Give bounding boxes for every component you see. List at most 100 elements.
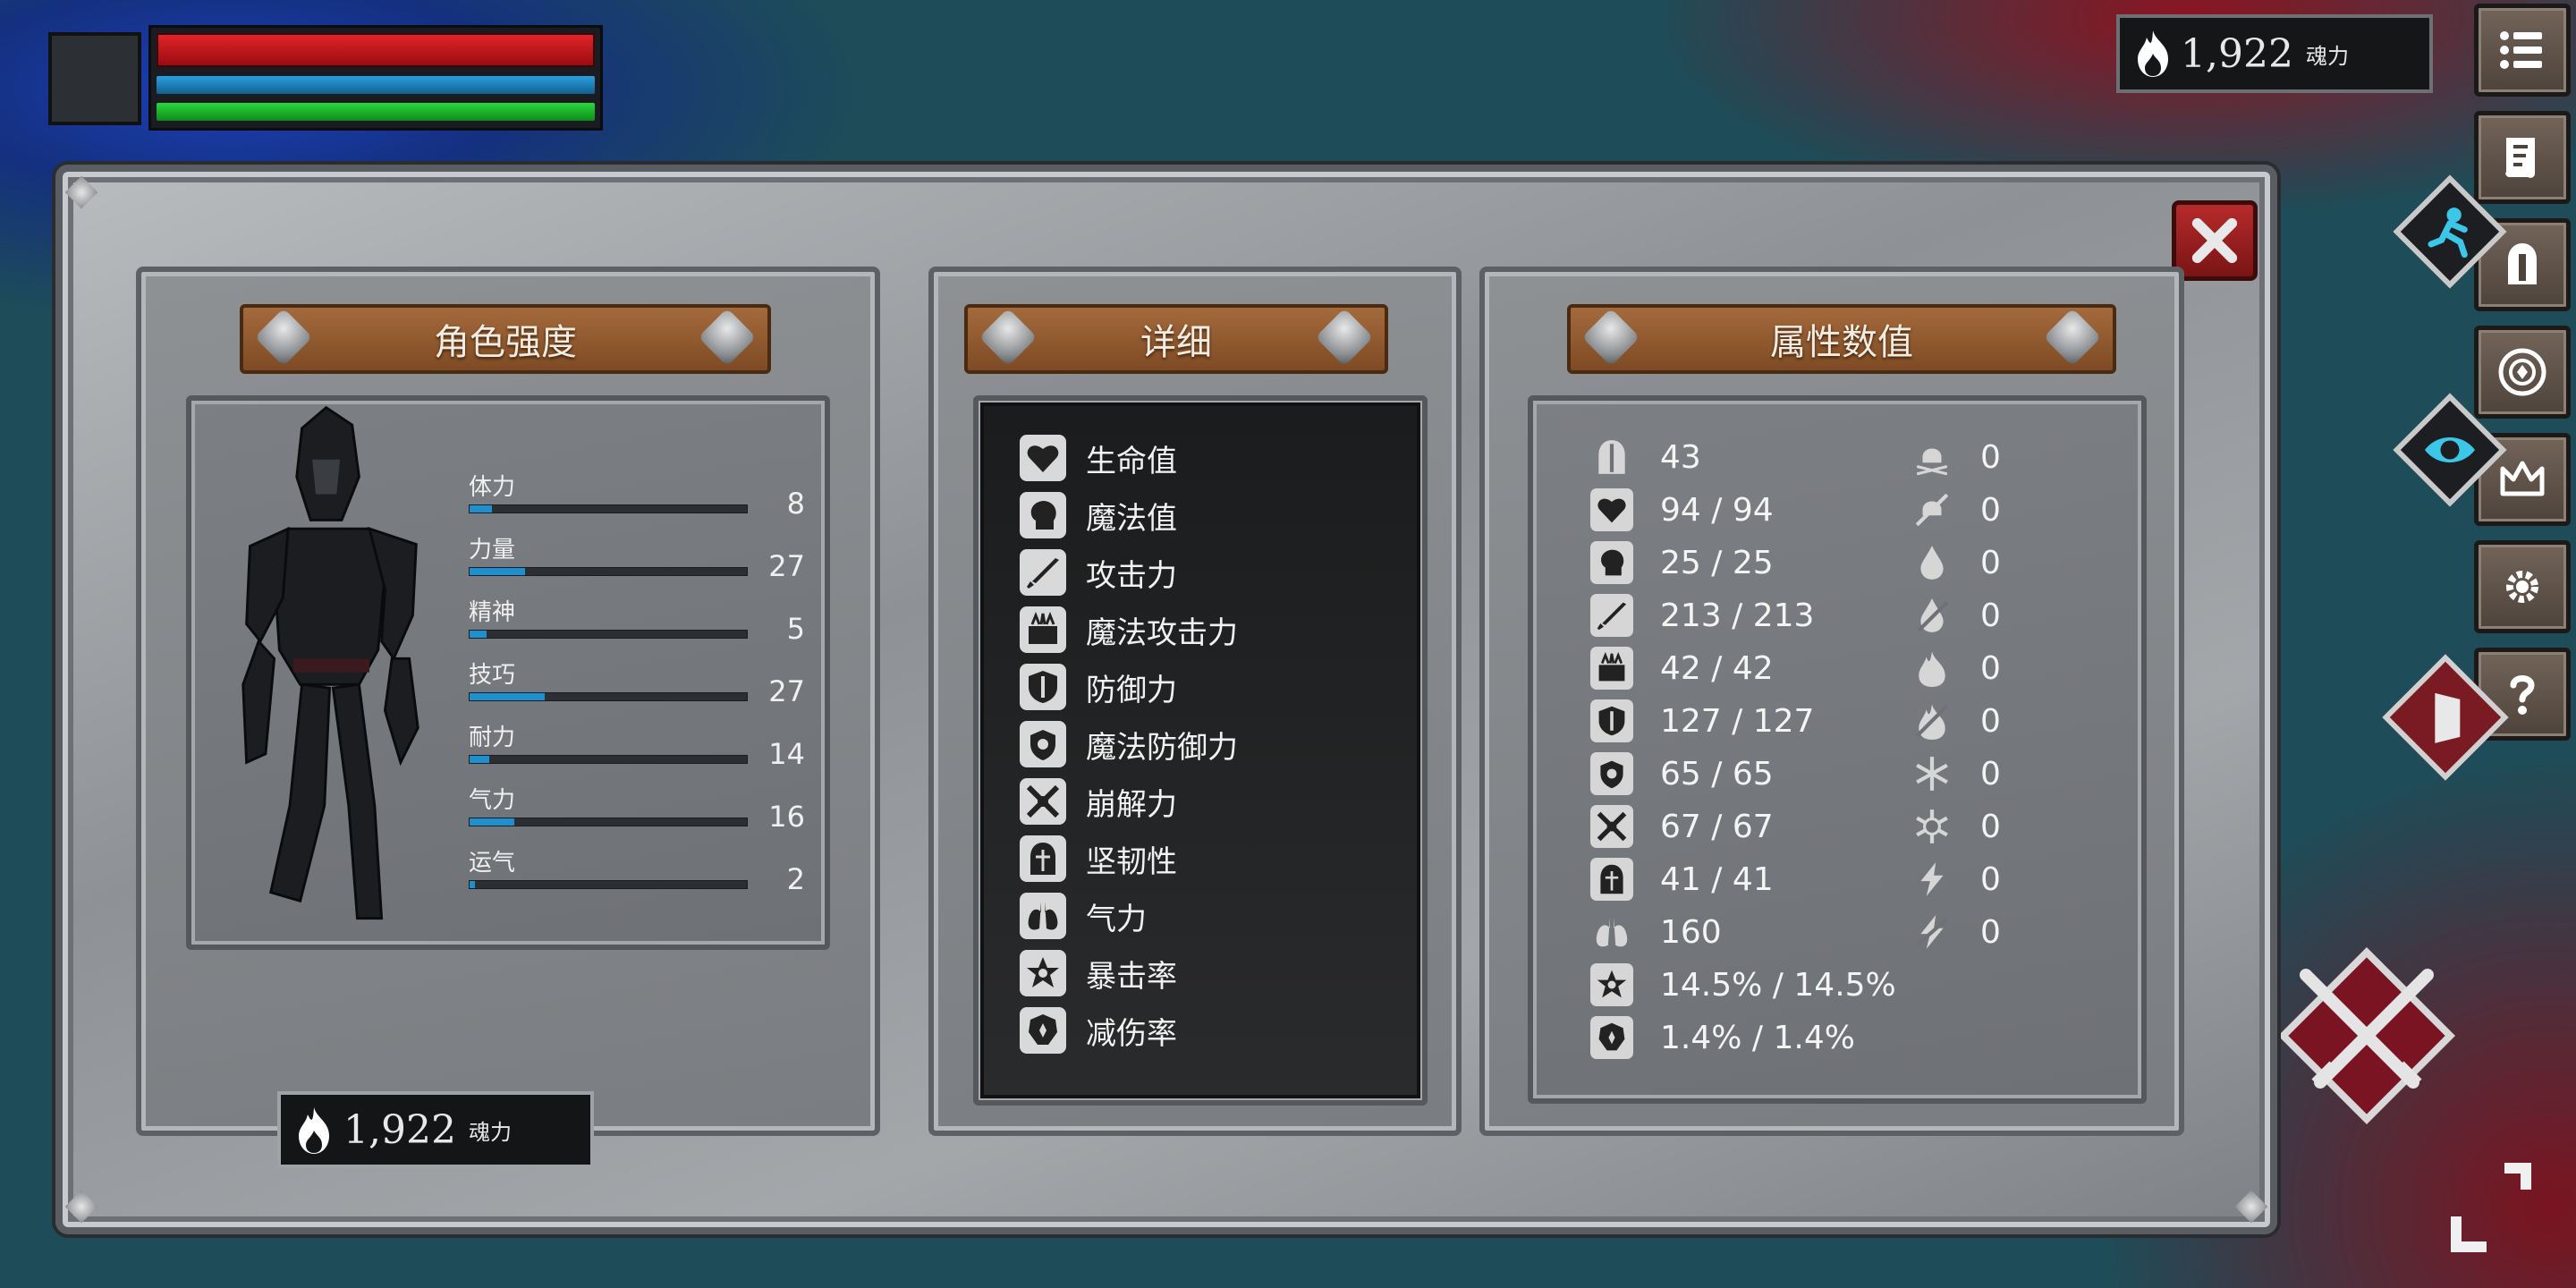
flame-icon	[2138, 30, 2168, 77]
corner-bolt	[2234, 1190, 2268, 1224]
stat-fill	[470, 505, 492, 513]
stat-label-vitality: 体力	[469, 474, 516, 501]
attr-row-frost-resist: 0	[1911, 804, 2001, 849]
soul-counter-top: 1,922 魂力	[2116, 14, 2433, 93]
stat-fill	[470, 881, 476, 888]
header-stud	[254, 308, 313, 367]
menu-list-button[interactable]	[2474, 4, 2571, 97]
player-portrait	[48, 32, 141, 125]
stat-label-luck: 运气	[469, 850, 516, 877]
attr-value: 127 / 127	[1660, 702, 1815, 740]
detail-item-toughness[interactable]: 坚韧性	[1020, 834, 1177, 884]
poison-resist-icon	[1915, 493, 1949, 527]
detail-item-crit[interactable]: 暴击率	[1020, 948, 1177, 998]
stat-bar-endurance	[469, 755, 748, 764]
detail-label: 气力	[1086, 901, 1147, 937]
detail-item-hp[interactable]: 生命值	[1020, 433, 1177, 483]
stat-bar-stamina	[469, 818, 748, 826]
door-icon	[2435, 692, 2461, 743]
attr-value: 0	[1980, 438, 2001, 476]
detail-item-magic-attack[interactable]: 魔法攻击力	[1020, 605, 1238, 655]
stat-label-endurance: 耐力	[469, 724, 516, 751]
stat-label-strength: 力量	[469, 537, 516, 564]
stat-value-spirit: 5	[786, 612, 805, 646]
attr-row-toughness: 43	[1590, 435, 1701, 479]
header-stud	[1315, 308, 1374, 367]
detail-item-magic-defense[interactable]: 魔法防御力	[1020, 719, 1238, 769]
detail-item-stamina[interactable]: 气力	[1020, 891, 1147, 941]
detail-panel-header: 详细	[964, 304, 1388, 374]
header-stud	[979, 308, 1038, 367]
attr-value: 94 / 94	[1660, 491, 1774, 529]
shield-icon	[1598, 706, 1625, 736]
detail-label: 魔法攻击力	[1086, 614, 1238, 651]
character-panel: 角色强度 体力 8 力量 27 精神 5 技巧 27 耐力 14 气力 16 运…	[136, 267, 880, 1168]
soul-value: 1,922	[343, 1106, 456, 1153]
attr-row-lightning: 0	[1911, 857, 2001, 902]
detail-label: 暴击率	[1086, 958, 1177, 995]
attr-value: 25 / 25	[1660, 544, 1774, 581]
attr-value: 65 / 65	[1660, 755, 1774, 792]
sword-icon	[1027, 558, 1059, 589]
attr-row-hp: 94 / 94	[1590, 487, 1774, 532]
header-stud	[1581, 308, 1640, 367]
armored-knight-figure	[242, 405, 419, 920]
stat-bar-skill	[469, 692, 748, 701]
attr-row-magic-defense: 65 / 65	[1590, 751, 1774, 796]
character-stats-dialog: 角色强度 体力 8 力量 27 精神 5 技巧 27 耐力 14 气力 16 运…	[55, 165, 2277, 1234]
stat-fill	[470, 818, 514, 826]
skills-button[interactable]	[2474, 326, 2571, 419]
detail-item-damage-reduction[interactable]: 减伤率	[1020, 1005, 1177, 1055]
emblem-icon	[2498, 348, 2546, 396]
corner-bolt	[64, 175, 98, 209]
attributes-box: 43 94 / 94 25 / 25 213 / 213 42 / 42 127…	[1528, 395, 2147, 1104]
close-icon	[2191, 217, 2238, 264]
attr-value: 42 / 42	[1660, 649, 1774, 687]
lungs-icon	[1028, 902, 1058, 930]
attr-value: 41 / 41	[1660, 860, 1774, 898]
break-icon	[1597, 811, 1627, 842]
flame-icon	[299, 1107, 329, 1154]
attr-row-stamina: 160	[1590, 910, 1722, 954]
stat-bar-vitality	[469, 504, 748, 513]
stat-value-endurance: 14	[768, 737, 805, 771]
frost-icon	[1916, 757, 1948, 791]
character-panel-title: 角色强度	[434, 322, 577, 363]
attr-row-magic-attack: 42 / 42	[1590, 646, 1774, 691]
soul-unit: 魂力	[2305, 43, 2349, 69]
detail-label: 防御力	[1086, 672, 1177, 708]
attr-value: 0	[1980, 544, 2001, 581]
detail-item-attack[interactable]: 攻击力	[1020, 547, 1177, 597]
close-button[interactable]	[2172, 200, 2258, 281]
detail-label: 减伤率	[1086, 1015, 1177, 1052]
attr-row-poison-resist: 0	[1911, 487, 2001, 532]
frost-resist-icon	[1916, 809, 1948, 843]
head-icon	[1030, 501, 1056, 530]
soul-counter-panel: 1,922 魂力	[277, 1091, 594, 1168]
running-man-icon	[2428, 208, 2468, 258]
detail-label: 崩解力	[1086, 786, 1177, 823]
attr-value: 0	[1980, 860, 2001, 898]
settings-button[interactable]	[2474, 540, 2571, 633]
detail-label: 魔法防御力	[1086, 729, 1238, 766]
detail-label: 坚韧性	[1086, 843, 1177, 880]
attack-button[interactable]	[2278, 947, 2455, 1124]
heart-icon	[1027, 445, 1059, 472]
detail-item-mp[interactable]: 魔法值	[1020, 490, 1177, 540]
attr-row-fire: 0	[1911, 646, 2001, 691]
stat-label-stamina: 气力	[469, 787, 516, 814]
stat-label-spirit: 精神	[469, 599, 516, 626]
character-stats-box: 体力 8 力量 27 精神 5 技巧 27 耐力 14 气力 16 运气 2	[186, 395, 830, 950]
attr-row-poison: 0	[1911, 435, 2001, 479]
attr-row-damage-reduction: 1.4% / 1.4%	[1590, 1015, 1855, 1060]
map-button[interactable]	[2474, 111, 2571, 204]
detail-item-break[interactable]: 崩解力	[1020, 776, 1177, 826]
detail-label: 生命值	[1086, 443, 1177, 479]
detail-item-defense[interactable]: 防御力	[1020, 662, 1177, 712]
attr-value: 160	[1660, 913, 1722, 951]
damage-reduce-icon	[1029, 1014, 1057, 1045]
detail-list: 生命值 魔法值 攻击力 魔法攻击力 防御力 魔法防御力 崩解力 坚韧性 气力 暴…	[980, 402, 1420, 1098]
fullscreen-icon[interactable]	[2442, 1154, 2549, 1261]
stat-bar-spirit	[469, 630, 748, 639]
header-stud	[2043, 308, 2102, 367]
